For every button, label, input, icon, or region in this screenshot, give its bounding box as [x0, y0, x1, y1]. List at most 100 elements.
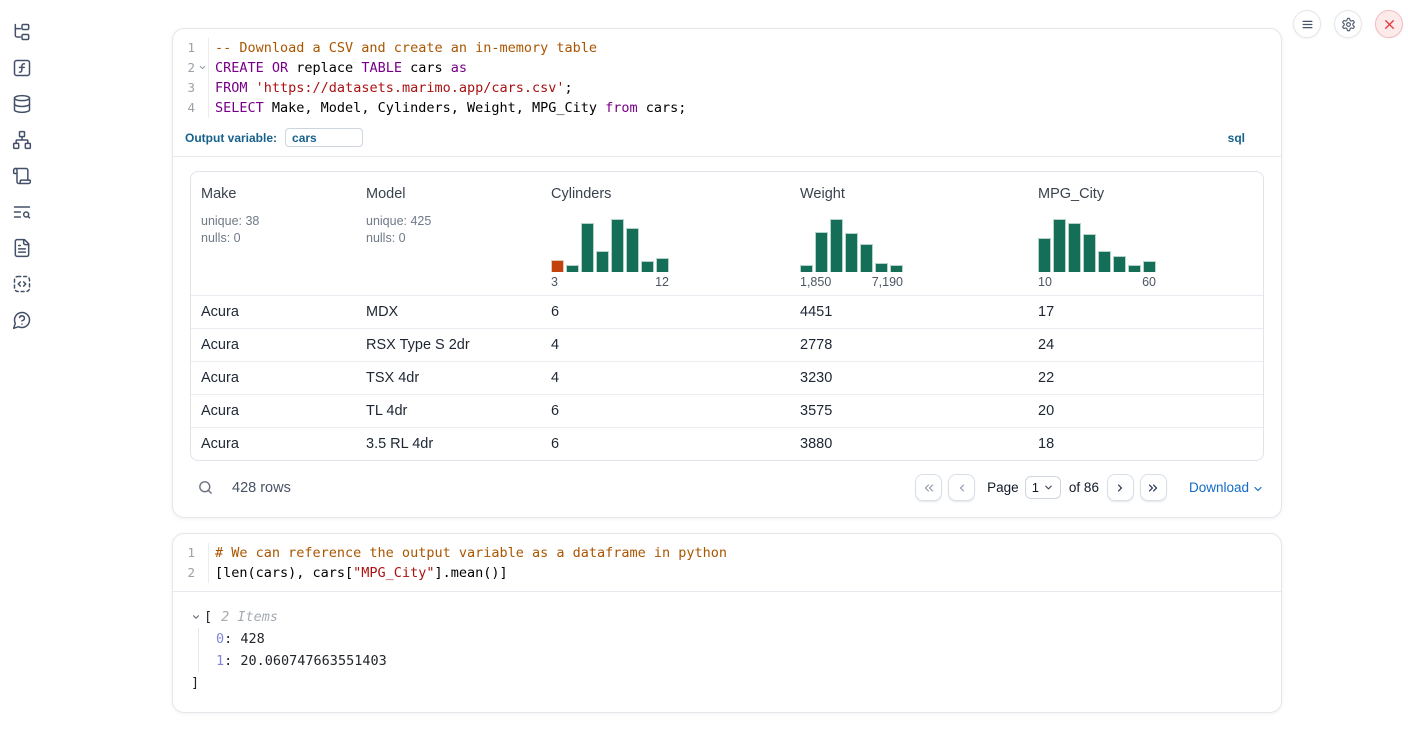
histogram-bar[interactable]	[890, 265, 903, 272]
help-icon[interactable]	[12, 310, 32, 330]
code-text: CREATE OR replace TABLE cars as	[209, 58, 467, 78]
download-button[interactable]: Download	[1189, 480, 1264, 495]
histogram-bar[interactable]	[611, 219, 624, 272]
column-header-make[interactable]: Make unique: 38nulls: 0	[197, 172, 362, 295]
histogram-bar[interactable]	[566, 265, 579, 272]
next-page-button[interactable]	[1107, 474, 1134, 501]
tree-root[interactable]: [ 2 Items	[191, 606, 1263, 628]
histogram-bar[interactable]	[860, 244, 873, 272]
histogram-bar[interactable]	[875, 263, 888, 272]
table-cell: 4	[547, 337, 796, 353]
table-cell: MDX	[362, 304, 547, 320]
line-number: 1	[173, 38, 209, 58]
code-line: 1-- Download a CSV and create an in-memo…	[173, 38, 1281, 58]
column-name[interactable]: Weight	[800, 186, 1030, 202]
column-stats: unique: 38nulls: 0	[201, 213, 358, 247]
fold-chevron-icon[interactable]	[198, 63, 207, 72]
datasources-icon[interactable]	[12, 94, 32, 114]
page-select[interactable]: 1	[1025, 476, 1061, 499]
table-cell: Acura	[197, 304, 362, 320]
output-variable-row: Output variable: sql	[173, 123, 1281, 157]
histogram-bar[interactable]	[1068, 223, 1081, 272]
last-page-button[interactable]	[1140, 474, 1167, 501]
notebook-menu-button[interactable]	[1293, 10, 1321, 38]
histogram-bar[interactable]	[581, 223, 594, 272]
column-name[interactable]: MPG_City	[1038, 186, 1253, 202]
column-name[interactable]: Cylinders	[551, 186, 792, 202]
histogram-bar[interactable]	[1038, 238, 1051, 272]
chevron-down-icon	[1252, 481, 1264, 495]
chevrons-left-icon	[922, 481, 936, 495]
table-search-button[interactable]	[197, 479, 214, 496]
table-header: Make unique: 38nulls: 0Modelunique: 425nu…	[191, 172, 1263, 295]
file-explorer-icon[interactable]	[12, 22, 32, 42]
documentation-icon[interactable]	[12, 238, 32, 258]
column-header-weight[interactable]: Weight1,8507,190	[796, 172, 1034, 295]
table-cell: 4	[547, 370, 796, 386]
histogram-bar[interactable]	[1143, 261, 1156, 272]
histogram-bar[interactable]	[656, 258, 669, 272]
histogram-bar[interactable]	[596, 251, 609, 272]
line-number: 1	[173, 543, 209, 563]
table-row[interactable]: AcuraTL 4dr6357520	[191, 394, 1263, 427]
code-line: 4SELECT Make, Model, Cylinders, Weight, …	[173, 98, 1281, 118]
histogram-bar[interactable]	[800, 265, 813, 272]
table-cell: 24	[1034, 337, 1257, 353]
output-variable-input[interactable]	[285, 128, 363, 147]
table-row[interactable]: Acura3.5 RL 4dr6388018	[191, 427, 1263, 460]
table-cell: 18	[1034, 436, 1257, 452]
table-row[interactable]: AcuraRSX Type S 2dr4277824	[191, 328, 1263, 361]
logs-icon[interactable]	[12, 202, 32, 222]
column-name[interactable]: Model	[366, 186, 543, 202]
gear-icon	[1341, 17, 1356, 32]
python-cell: 1# We can reference the output variable …	[172, 533, 1282, 713]
tree-entry: 1: 20.060747663551403	[216, 650, 1263, 672]
histogram-bar[interactable]	[641, 261, 654, 272]
snippets-icon[interactable]	[12, 274, 32, 294]
line-number: 2	[173, 58, 209, 78]
code-line: 2CREATE OR replace TABLE cars as	[173, 58, 1281, 78]
chevron-down-icon[interactable]	[191, 612, 201, 622]
column-header-mpg_city[interactable]: MPG_City 1060	[1034, 172, 1257, 295]
table-cell: 20	[1034, 403, 1257, 419]
histogram-bar[interactable]	[551, 260, 564, 272]
table-cell: 4451	[796, 304, 1034, 320]
scratchpad-icon[interactable]	[12, 166, 32, 186]
table-cell: Acura	[197, 403, 362, 419]
histogram-bar[interactable]	[1113, 256, 1126, 272]
histogram-bar[interactable]	[1128, 265, 1141, 272]
line-number: 4	[173, 98, 209, 118]
settings-button[interactable]	[1334, 10, 1362, 38]
dependencies-icon[interactable]	[12, 130, 32, 150]
tree-entry: 0: 428	[216, 628, 1263, 650]
column-histogram: 1060	[1038, 216, 1156, 289]
column-header-model[interactable]: Modelunique: 425nulls: 0	[362, 172, 547, 295]
table-row[interactable]: AcuraMDX6445117	[191, 295, 1263, 328]
python-code-editor[interactable]: 1# We can reference the output variable …	[173, 534, 1281, 592]
line-number: 2	[173, 563, 209, 583]
rows-count: 428 rows	[232, 480, 291, 496]
histogram-bar[interactable]	[626, 228, 639, 272]
first-page-button[interactable]	[915, 474, 942, 501]
histogram-bar[interactable]	[1053, 219, 1066, 272]
histogram-bar[interactable]	[1083, 234, 1096, 272]
histogram-bar[interactable]	[815, 232, 828, 272]
column-header-cylinders[interactable]: Cylinders312	[547, 172, 796, 295]
close-bracket: ]	[191, 672, 1263, 694]
shutdown-button[interactable]	[1375, 10, 1403, 38]
column-name[interactable]: Make	[201, 186, 358, 202]
table-body: AcuraMDX6445117AcuraRSX Type S 2dr427782…	[191, 295, 1263, 460]
variables-icon[interactable]	[12, 58, 32, 78]
prev-page-button[interactable]	[948, 474, 975, 501]
chevron-left-icon	[955, 481, 969, 495]
histogram-bar[interactable]	[1098, 251, 1111, 272]
table-cell: Acura	[197, 370, 362, 386]
topbar-actions	[1293, 10, 1403, 38]
histogram-bar[interactable]	[830, 219, 843, 272]
sql-cell: 1-- Download a CSV and create an in-memo…	[172, 28, 1282, 518]
sql-cell-output: Make unique: 38nulls: 0Modelunique: 425nu…	[173, 157, 1281, 517]
sql-code-editor[interactable]: 1-- Download a CSV and create an in-memo…	[173, 29, 1281, 123]
table-cell: 3230	[796, 370, 1034, 386]
histogram-bar[interactable]	[845, 233, 858, 272]
table-row[interactable]: AcuraTSX 4dr4323022	[191, 361, 1263, 394]
